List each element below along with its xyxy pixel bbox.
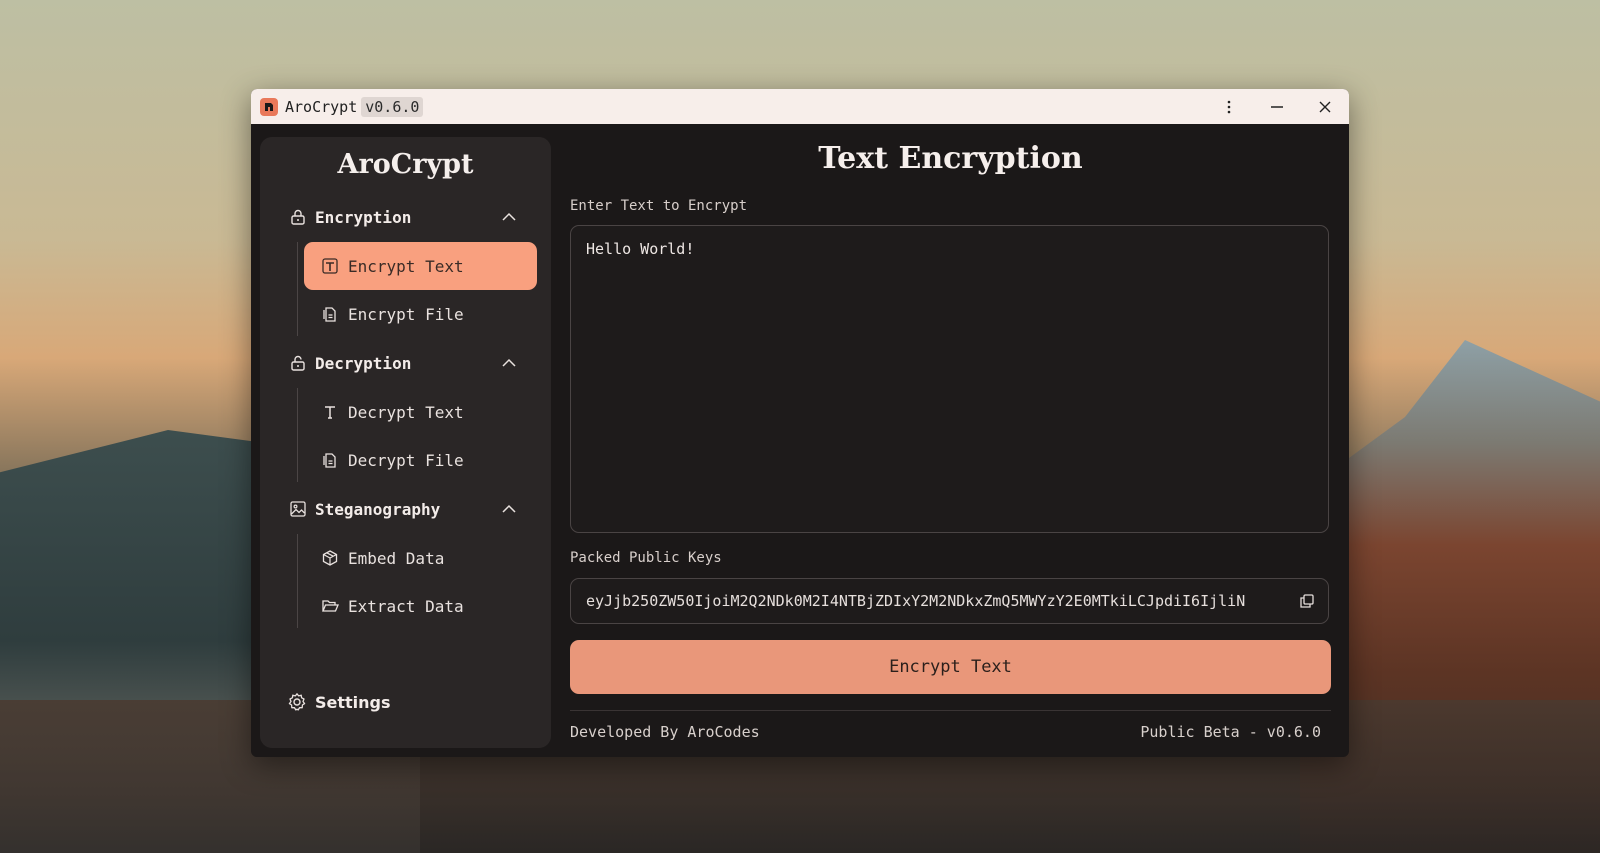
file-icon — [320, 450, 340, 470]
sidebar-brand: AroCrypt — [337, 149, 474, 180]
keys-label: Packed Public Keys — [570, 550, 722, 566]
settings-button[interactable]: Settings — [287, 688, 391, 716]
section-label: Encryption — [315, 207, 412, 227]
main-content: Text Encryption Enter Text to Encrypt He… — [570, 137, 1331, 748]
chevron-up-icon[interactable] — [500, 208, 518, 226]
section-label: Decryption — [315, 353, 412, 373]
text-type-icon — [320, 256, 340, 276]
unlock-icon — [288, 353, 308, 373]
chevron-up-icon[interactable] — [500, 500, 518, 518]
file-icon — [320, 304, 340, 324]
folder-open-icon — [320, 596, 340, 616]
tree-line — [297, 242, 298, 336]
package-icon — [320, 548, 340, 568]
text-type-icon — [320, 402, 340, 422]
nav-item-label: Decrypt File — [348, 450, 464, 470]
footer-divider — [570, 710, 1331, 711]
section-decryption[interactable]: Decryption — [288, 350, 518, 376]
page-title: Text Encryption — [818, 141, 1083, 176]
app-window: AroCrypt v0.6.0 AroCrypt Encryption Encr… — [251, 89, 1349, 757]
public-keys-value: eyJjb250ZW50IjoiM2Q2NDk0M2I4NTBjZDIxY2M2… — [586, 592, 1246, 610]
nav-item-label: Embed Data — [348, 548, 445, 568]
minimize-button[interactable] — [1253, 89, 1301, 124]
gear-icon — [288, 693, 306, 711]
input-label: Enter Text to Encrypt — [570, 198, 748, 214]
nav-item-extract-data[interactable]: Extract Data — [304, 582, 537, 630]
more-options-button[interactable] — [1205, 89, 1253, 124]
public-keys-field[interactable]: eyJjb250ZW50IjoiM2Q2NDk0M2I4NTBjZDIxY2M2… — [570, 578, 1329, 624]
section-steganography[interactable]: Steganography — [288, 496, 518, 522]
close-icon — [1319, 101, 1331, 112]
app-logo-icon — [260, 97, 278, 116]
encrypt-text-button[interactable]: Encrypt Text — [570, 640, 1331, 694]
close-button[interactable] — [1301, 89, 1349, 124]
copy-icon[interactable] — [1298, 592, 1316, 610]
chevron-up-icon[interactable] — [500, 354, 518, 372]
nav-item-label: Extract Data — [348, 596, 464, 616]
nav-item-label: Decrypt Text — [348, 402, 464, 422]
nav-item-encrypt-file[interactable]: Encrypt File — [304, 290, 537, 338]
window-title: AroCrypt — [285, 97, 358, 116]
text-to-encrypt-input[interactable]: Hello World! — [570, 225, 1329, 533]
minimize-icon — [1271, 105, 1283, 108]
title-bar[interactable]: AroCrypt v0.6.0 — [251, 89, 1349, 124]
tree-line — [297, 534, 298, 628]
settings-label: Settings — [315, 692, 391, 712]
section-label: Steganography — [315, 499, 441, 519]
sidebar: AroCrypt Encryption Encrypt Text Encrypt… — [260, 137, 551, 748]
nav-item-encrypt-text[interactable]: Encrypt Text — [304, 242, 537, 290]
kebab-menu-icon — [1227, 100, 1231, 113]
nav-item-decrypt-file[interactable]: Decrypt File — [304, 436, 537, 484]
nav-item-embed-data[interactable]: Embed Data — [304, 534, 537, 582]
nav-item-label: Encrypt Text — [348, 256, 464, 276]
image-icon — [288, 499, 308, 519]
release-info: Public Beta - v0.6.0 — [1140, 723, 1321, 741]
nav-item-label: Encrypt File — [348, 304, 464, 324]
lock-icon — [288, 207, 308, 227]
nav-item-decrypt-text[interactable]: Decrypt Text — [304, 388, 537, 436]
tree-line — [297, 388, 298, 482]
section-encryption[interactable]: Encryption — [288, 204, 518, 230]
version-badge: v0.6.0 — [361, 96, 424, 117]
developer-credit: Developed By AroCodes — [570, 723, 760, 741]
